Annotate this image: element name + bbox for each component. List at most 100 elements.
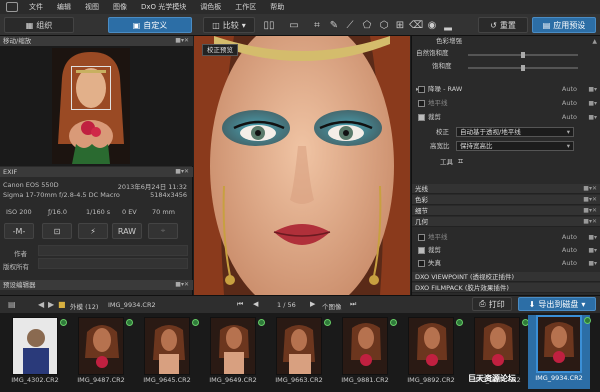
crop-tool-icon[interactable]: ⌗ [458,157,463,168]
thumbnail[interactable]: IMG_4302.CR2 [4,317,67,387]
exposure-mode-badge: -M- [4,223,34,239]
last-image-icon[interactable]: ⏭ [350,300,356,309]
grid-overlay-icon[interactable]: ⊞ [393,18,407,32]
preset-editor-header[interactable]: 预设编辑器 ■▾✕ [0,280,193,290]
panel-controls-icon[interactable]: ■▾✕ [583,217,597,227]
g-crop-checkbox[interactable] [418,247,425,254]
zoom-rect[interactable] [71,66,111,110]
panel-controls-icon[interactable]: ■▾✕ [583,206,597,216]
horizon-row[interactable]: 地平线 Auto ■▾ [412,98,600,109]
menu-workspace[interactable]: 工作区 [228,0,263,14]
perspective-icon[interactable]: ⬠ [360,18,374,32]
aspect-dropdown[interactable]: 保持宽高比 ▾ [456,141,574,151]
thumbnail-selected[interactable]: IMG_9934.CR2 [528,315,591,389]
thumbnail[interactable]: IMG_9663.CR2 [268,317,331,387]
correction-badge-icon [192,319,199,326]
panel-controls-icon[interactable]: ■▾ [588,245,597,256]
print-button[interactable]: ⎙ 打印 [472,297,512,311]
perspective-8pt-icon[interactable]: ⬡ [377,18,391,32]
menu-edit[interactable]: 编辑 [50,0,78,14]
repair-brush-icon[interactable]: ⌫ [409,18,423,32]
menu-palettes[interactable]: 调色板 [193,0,228,14]
panel-controls-icon[interactable]: ■▾✕ [175,36,189,46]
panel-controls-icon[interactable]: ■▾ [588,84,597,95]
thumbnail-image [210,317,256,375]
reset-button[interactable]: ↺ 重置 [478,17,528,33]
thumbnail[interactable]: IMG_9645.CR2 [136,317,199,387]
first-image-icon[interactable]: ⏮ [237,300,243,309]
crop-row[interactable]: 裁剪 Auto ■▾ [412,112,600,123]
panel-controls-icon[interactable]: ■▾ [588,112,597,123]
correction-badge-icon [126,319,133,326]
filmpack-plugin-section[interactable]: DXO FILMPACK (胶片效果插件) [412,283,600,293]
menu-view[interactable]: 视图 [78,0,106,14]
histogram-icon[interactable]: ▂ [441,18,455,32]
menu-image[interactable]: 图像 [106,0,134,14]
g-horizon-row[interactable]: 地平线 Auto ■▾ [412,232,600,243]
viewpoint-plugin-section[interactable]: DXO VIEWPOINT (透视校正插件) [412,272,600,282]
thumbnail[interactable]: IMG_9487.CR2 [70,317,133,387]
apply-preset-button[interactable]: ▤ 应用预设 [532,17,596,33]
split-view-icon[interactable]: ▯▯ [262,18,276,32]
flash-off-icon: ⚡ [78,223,108,239]
denoise-row[interactable]: ▸ 降噪 - RAW Auto ■▾ [412,84,600,95]
horizon-checkbox[interactable] [418,100,425,107]
g-distortion-row[interactable]: 失真 Auto ■▾ [412,258,600,269]
compare-button[interactable]: ◫ 比较 ▾ [203,17,255,33]
navigator-area [0,46,193,166]
thumbnail[interactable]: IMG_9892.CR2 [400,317,463,387]
crop-icon[interactable]: ⌗ [310,18,324,32]
section-geometry[interactable]: 几何 ■▾✕ [412,217,600,227]
author-label: 作者 [14,250,27,258]
export-button[interactable]: ⬇ 导出到磁盘 ▾ [518,297,596,311]
horizon-icon[interactable]: ⟋ [343,18,357,32]
slider-knob[interactable] [521,65,525,71]
natural-saturation-slider[interactable] [468,52,578,58]
exif-header[interactable]: EXIF ■▾✕ [0,167,193,177]
g-horizon-checkbox[interactable] [418,234,425,241]
panel-controls-icon[interactable]: ■▾✕ [175,280,189,290]
eyedropper-icon[interactable]: ✎ [327,18,341,32]
thumbnail[interactable]: IMG_9881.CR2 [334,317,397,387]
section-detail[interactable]: 细节 ■▾✕ [412,206,600,216]
prev-image-icon[interactable]: ◀ [253,300,258,308]
printer-icon: ⎙ [479,299,486,308]
back-arrow-icon[interactable]: ◀ [38,300,44,309]
section-color[interactable]: 色彩 ■▾✕ [412,195,600,205]
panel-controls-icon[interactable]: ■▾✕ [583,184,597,194]
slider-knob[interactable] [521,52,525,58]
correct-dropdown[interactable]: 自动基于透视/地平线 ▾ [456,127,574,137]
color-enhance-row[interactable]: 色彩增强 ▲ [412,36,600,47]
denoise-checkbox[interactable] [418,86,425,93]
scroll-up-icon[interactable]: ▲ [592,36,597,47]
panel-controls-icon[interactable]: ■▾✕ [175,167,189,177]
preset-editor-title: 预设编辑器 [3,281,36,289]
menu-file[interactable]: 文件 [22,0,50,14]
g-distortion-checkbox[interactable] [418,260,425,267]
image-viewer[interactable]: 校正预览 [194,36,410,295]
fullscreen-icon[interactable]: ▭ [287,18,301,32]
navigator-header[interactable]: 移动/缩放 ■▾✕ [0,36,193,46]
saturation-slider[interactable] [468,65,578,71]
forward-arrow-icon[interactable]: ▶ [48,300,54,309]
tools-row: 工具 ⌗ [412,157,600,168]
next-image-icon[interactable]: ▶ [310,300,315,308]
panel-controls-icon[interactable]: ■▾ [588,98,597,109]
crop-checkbox[interactable] [418,114,425,121]
copyright-field[interactable] [38,258,188,269]
tab-customize[interactable]: ▣ 自定义 [108,17,192,33]
tab-organize[interactable]: ▦ 组织 [4,17,74,33]
panel-controls-icon[interactable]: ■▾ [588,232,597,243]
g-crop-row[interactable]: 裁剪 Auto ■▾ [412,245,600,256]
section-light[interactable]: 光线 ■▾✕ [412,184,600,194]
thumbnail[interactable]: IMG_9649.CR2 [202,317,265,387]
eye-preview-icon[interactable]: ◉ [425,18,439,32]
thumbnail-caption: IMG_4302.CR2 [11,376,59,384]
menu-optics-modules[interactable]: DxO 光学模块 [134,0,193,14]
folder-name[interactable]: 外模 (12) [70,301,98,311]
filmstrip-grid-icon[interactable]: ▤ [8,300,16,309]
panel-controls-icon[interactable]: ■▾ [588,258,597,269]
panel-controls-icon[interactable]: ■▾✕ [583,195,597,205]
menu-help[interactable]: 帮助 [263,0,291,14]
author-field[interactable] [38,245,188,256]
